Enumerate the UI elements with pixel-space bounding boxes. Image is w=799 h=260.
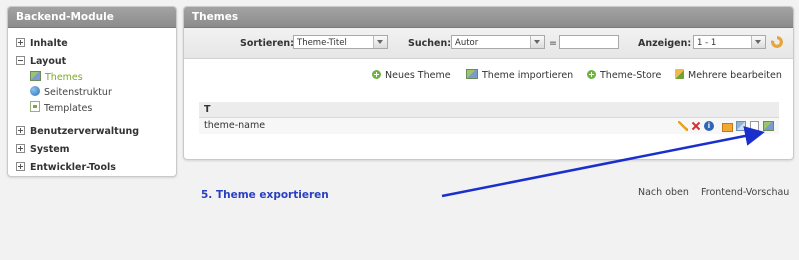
copy-icon[interactable] <box>736 121 746 131</box>
nav-item-label: Templates <box>44 103 93 114</box>
new-theme-label: Neues Theme <box>385 70 451 81</box>
nav-group-benutzerverwaltung[interactable]: Benutzerverwaltung <box>16 125 139 139</box>
page-title: Themes <box>184 7 793 28</box>
backend-modules-panel: Backend-Module Inhalte Layout Themes Sei… <box>7 6 177 177</box>
collapse-icon <box>16 56 25 65</box>
expand-icon <box>16 126 25 135</box>
nav-group-system[interactable]: System <box>16 143 70 157</box>
nav-item-label: Seitenstruktur <box>44 87 112 98</box>
expand-icon <box>16 144 25 153</box>
frontend-preview-link[interactable]: Frontend-Vorschau <box>701 187 789 198</box>
row-operations: i <box>678 121 774 132</box>
chevron-down-icon <box>530 36 544 48</box>
pencil-icon[interactable] <box>678 121 688 131</box>
import-theme-label: Theme importieren <box>482 70 574 81</box>
sort-label: Sortieren: <box>240 38 294 49</box>
edit-multiple-icon <box>675 69 684 79</box>
nav-group-label: Layout <box>30 56 67 67</box>
add-icon <box>372 70 381 79</box>
nav-group-layout[interactable]: Layout <box>16 55 66 69</box>
edit-multiple-button[interactable]: Mehrere bearbeiten <box>675 69 782 83</box>
annotation-label: 5. Theme exportieren <box>201 189 329 201</box>
expand-icon <box>16 38 25 47</box>
add-icon <box>587 70 596 79</box>
themes-table: T theme-name i <box>199 102 779 134</box>
nav-item-seitenstruktur[interactable]: Seitenstruktur <box>30 86 112 100</box>
delete-icon[interactable] <box>691 121 701 131</box>
cut-icon[interactable] <box>722 123 733 132</box>
nav-group-label: Benutzerverwaltung <box>30 126 140 137</box>
nav-group-entwickler-tools[interactable]: Entwickler-Tools <box>16 161 116 175</box>
table-row: theme-name i <box>199 118 779 134</box>
filter-bar: Sortieren: Theme-Titel Suchen: Autor = A… <box>184 28 793 59</box>
search-operator: = <box>549 38 557 49</box>
search-input[interactable] <box>559 35 619 49</box>
nav-group-label: Entwickler-Tools <box>30 162 116 173</box>
themes-panel: Themes Sortieren: Theme-Titel Suchen: Au… <box>183 6 794 160</box>
back-to-top-link[interactable]: Nach oben <box>638 187 689 198</box>
theme-name-cell: theme-name <box>204 120 266 131</box>
search-field-select[interactable]: Autor <box>451 35 545 49</box>
chevron-down-icon <box>373 36 387 48</box>
reload-icon[interactable] <box>771 36 783 48</box>
nav-item-label: Themes <box>45 72 83 83</box>
themes-icon <box>30 71 41 81</box>
nav-item-themes[interactable]: Themes <box>30 71 83 85</box>
nav-group-label: Inhalte <box>30 38 68 49</box>
globe-icon <box>30 86 40 96</box>
sort-select[interactable]: Theme-Titel <box>293 35 388 49</box>
theme-store-button[interactable]: Theme-Store <box>587 69 661 83</box>
expand-icon <box>16 162 25 171</box>
file-icon[interactable] <box>750 121 759 132</box>
nav-item-templates[interactable]: Templates <box>30 101 92 115</box>
theme-store-label: Theme-Store <box>600 70 662 81</box>
chevron-down-icon <box>751 36 765 48</box>
table-header: T <box>199 102 779 118</box>
template-icon <box>30 101 40 112</box>
panel-title: Backend-Module <box>8 7 176 28</box>
show-select-value: 1 - 1 <box>697 38 717 48</box>
search-label: Suchen: <box>408 38 452 49</box>
show-label: Anzeigen: <box>638 38 692 49</box>
show-select[interactable]: 1 - 1 <box>693 35 766 49</box>
search-field-value: Autor <box>455 38 479 48</box>
nav-group-inhalte[interactable]: Inhalte <box>16 37 68 51</box>
info-icon[interactable]: i <box>704 121 714 131</box>
edit-multiple-label: Mehrere bearbeiten <box>688 70 782 81</box>
import-icon <box>466 69 478 79</box>
import-theme-button[interactable]: Theme importieren <box>466 69 573 83</box>
sort-select-value: Theme-Titel <box>297 38 347 48</box>
nav-group-label: System <box>30 144 70 155</box>
new-theme-button[interactable]: Neues Theme <box>372 69 451 83</box>
export-icon[interactable] <box>763 121 774 131</box>
